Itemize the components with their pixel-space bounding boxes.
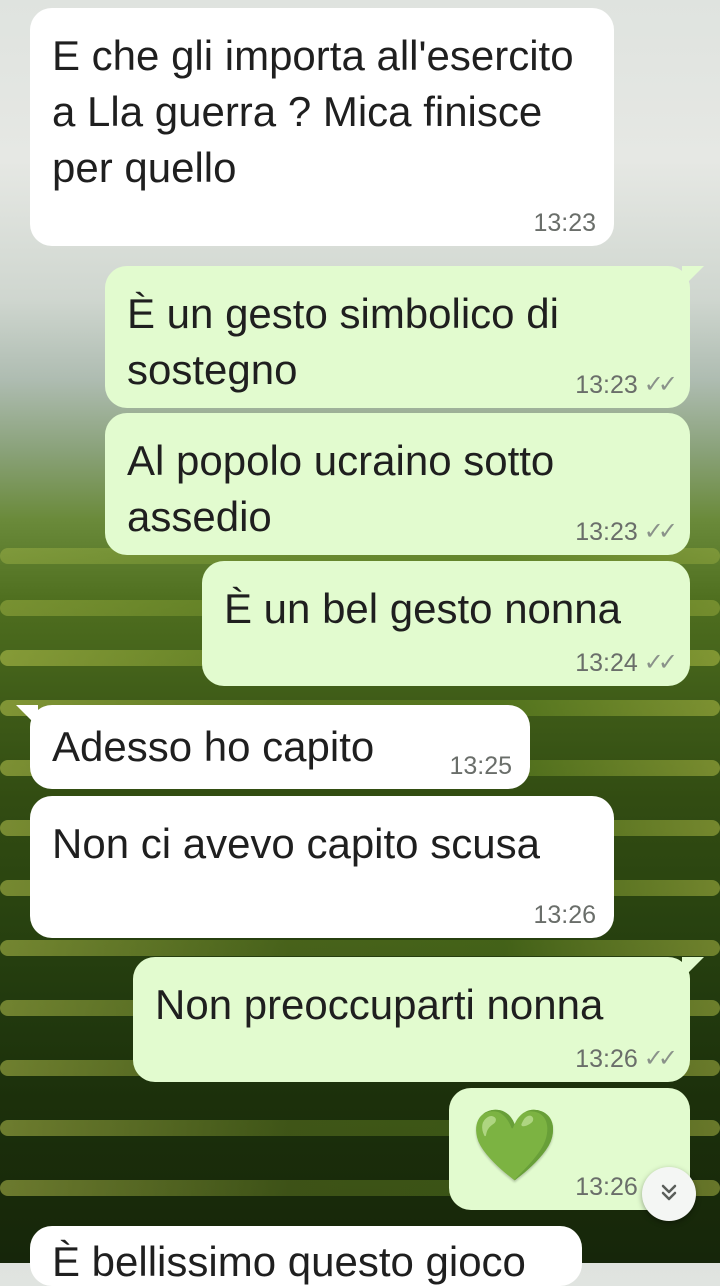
- bubble-tail: [16, 705, 38, 727]
- message-time: 13:26: [533, 901, 596, 929]
- message-time: 13:23: [575, 371, 638, 399]
- message-bubble-outgoing[interactable]: È un bel gesto nonna 13:24 ✓✓: [202, 561, 690, 686]
- chevron-double-down-icon: [661, 1184, 677, 1201]
- message-bubble-outgoing[interactable]: Al popolo ucraino sotto assedio 13:23 ✓✓: [105, 413, 690, 555]
- message-bubble-outgoing[interactable]: È un gesto simbolico di sostegno 13:23 ✓…: [105, 266, 704, 408]
- message-meta: 13:23 ✓✓: [575, 370, 678, 400]
- message-bubble-outgoing[interactable]: Non preoccuparti nonna 13:26 ✓✓: [133, 957, 704, 1082]
- chevron-double-down-icon: [657, 1180, 681, 1208]
- message-meta: 13:26 ✓✓: [575, 1044, 678, 1074]
- double-check-icon: ✓✓: [643, 518, 678, 545]
- double-check-icon: ✓✓: [643, 1045, 678, 1072]
- green-heart-emoji: 💚: [471, 1106, 559, 1184]
- message-text: Non ci avevo capito scusa: [52, 820, 540, 867]
- message-text: E che gli importa all'esercito a Lla gue…: [52, 32, 574, 191]
- message-text: Non preoccuparti nonna: [155, 981, 604, 1028]
- message-time: 13:23: [575, 518, 638, 546]
- message-time: 13:24: [575, 649, 638, 677]
- message-text: È bellissimo questo gioco off: [52, 1238, 526, 1285]
- message-text: È un bel gesto nonna: [224, 585, 621, 632]
- double-check-icon: ✓✓: [643, 649, 678, 676]
- message-text: Adesso ho capito: [52, 723, 375, 770]
- message-meta: 13:23 ✓✓: [575, 517, 678, 547]
- bubble-tail: [682, 957, 704, 979]
- double-check-icon: ✓✓: [643, 371, 678, 398]
- message-time: 13:23: [533, 209, 596, 237]
- message-bubble-incoming-partial[interactable]: È bellissimo questo gioco off: [30, 1226, 582, 1286]
- message-time: 13:25: [449, 752, 512, 780]
- scroll-to-bottom-button[interactable]: [642, 1167, 696, 1221]
- message-bubble-incoming[interactable]: Non ci avevo capito scusa 13:26: [30, 796, 614, 938]
- message-bubble-incoming[interactable]: Adesso ho capito 13:25: [16, 705, 530, 789]
- message-bubble-incoming[interactable]: E che gli importa all'esercito a Lla gue…: [30, 8, 614, 246]
- message-time: 13:26: [575, 1173, 638, 1201]
- message-time: 13:26: [575, 1045, 638, 1073]
- message-meta: 13:24 ✓✓: [575, 648, 678, 678]
- bubble-tail: [682, 266, 704, 288]
